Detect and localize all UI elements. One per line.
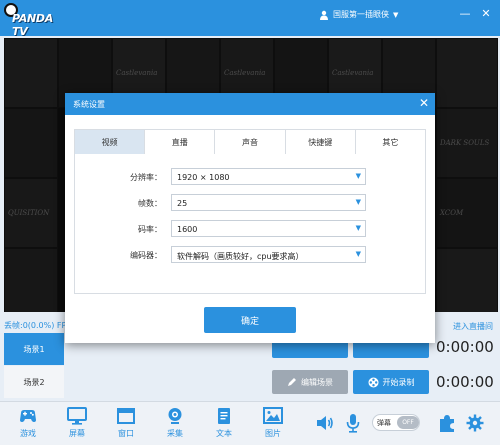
bitrate-row: 码率： 1600 ▼ [75, 220, 425, 238]
chevron-down-icon: ▼ [355, 198, 361, 206]
chevron-down-icon: ▼ [355, 224, 361, 232]
resolution-label: 分辨率： [130, 173, 162, 182]
film-reel-icon [368, 377, 378, 387]
tool-capture-label: 采集 [167, 429, 183, 438]
tool-text-label: 文本 [216, 429, 232, 438]
puzzle-icon[interactable] [438, 413, 456, 433]
tool-text[interactable]: 文本 [204, 407, 244, 439]
minimize-button[interactable]: — [458, 7, 472, 21]
monitor-icon [67, 407, 87, 425]
encoder-label: 编码器： [130, 251, 162, 260]
user-menu[interactable]: 国服第一插眼侠 ▼ [319, 9, 398, 20]
resolution-select[interactable]: 1920 × 1080 ▼ [171, 168, 366, 185]
chevron-down-icon: ▼ [355, 250, 361, 258]
framerate-label: 帧数： [138, 199, 162, 208]
encoder-select[interactable]: 软件解码（画质较好，cpu要求高） ▼ [171, 246, 366, 263]
microphone-icon[interactable] [344, 413, 362, 433]
live-timer: 0:00:00 [436, 338, 494, 356]
bitrate-label: 码率： [138, 225, 162, 234]
start-record-button[interactable]: 开始录制 [353, 370, 429, 394]
start-record-label: 开始录制 [382, 377, 415, 387]
dialog-close-button[interactable]: ✕ [419, 96, 429, 111]
edit-scene-button[interactable]: 编辑场景 [272, 370, 348, 394]
tab-hotkeys[interactable]: 快捷键 [285, 130, 356, 154]
record-timer: 0:00:00 [436, 373, 494, 391]
tool-image-label: 图片 [265, 429, 281, 438]
scene-1-button[interactable]: 场景1 [4, 333, 64, 365]
chevron-down-icon: ▼ [393, 10, 399, 19]
bitrate-select[interactable]: 1600 ▼ [171, 220, 366, 237]
tool-game-label: 游戏 [20, 429, 36, 438]
framerate-row: 帧数： 25 ▼ [75, 194, 425, 212]
logo-text: PANDA TV [12, 12, 53, 38]
encoder-row: 编码器： 软件解码（画质较好，cpu要求高） ▼ [75, 246, 425, 264]
tool-window-label: 窗口 [118, 429, 134, 438]
barrage-toggle[interactable]: 弹幕 OFF [372, 414, 420, 431]
enter-live-room-link[interactable]: 进入直播间 [453, 321, 493, 332]
resolution-row: 分辨率： 1920 × 1080 ▼ [75, 168, 425, 186]
window-icon [117, 408, 135, 424]
tool-game[interactable]: 游戏 [8, 407, 48, 439]
close-button[interactable]: ✕ [479, 7, 493, 21]
tool-image[interactable]: 图片 [253, 407, 293, 439]
settings-tabs: 视频 直播 声音 快捷键 其它 [75, 130, 426, 154]
gamepad-icon [20, 410, 36, 422]
source-toolbar: 游戏 屏幕 窗口 采集 文本 图片 [0, 401, 500, 445]
tool-window[interactable]: 窗口 [106, 407, 146, 439]
resolution-value: 1920 × 1080 [177, 173, 230, 182]
bitrate-value: 1600 [177, 225, 198, 234]
toggle-state: OFF [397, 416, 419, 429]
speaker-icon[interactable] [316, 413, 334, 433]
framerate-value: 25 [177, 199, 188, 208]
dropped-frames-status: 丢帧:0(0.0%) FP [4, 321, 67, 330]
framerate-select[interactable]: 25 ▼ [171, 194, 366, 211]
image-icon [263, 407, 283, 424]
confirm-button[interactable]: 确定 [204, 307, 296, 333]
tab-other[interactable]: 其它 [355, 130, 426, 154]
user-icon [320, 10, 328, 20]
barrage-label: 弹幕 [377, 419, 391, 427]
webcam-icon [168, 408, 182, 424]
edit-scene-label: 编辑场景 [301, 377, 333, 387]
tab-video[interactable]: 视频 [75, 130, 146, 154]
tool-capture[interactable]: 采集 [155, 407, 195, 439]
document-text-icon [218, 408, 230, 424]
chevron-down-icon: ▼ [355, 172, 361, 180]
settings-panel: 视频 直播 声音 快捷键 其它 分辨率： 1920 × 1080 ▼ 帧数： 2… [74, 129, 426, 294]
title-bar: PANDA TV 国服第一插眼侠 ▼ — ✕ [0, 0, 500, 38]
dialog-header: 系统设置 ✕ [65, 93, 435, 115]
tool-screen[interactable]: 屏幕 [57, 407, 97, 439]
encoder-value: 软件解码（画质较好，cpu要求高） [177, 252, 304, 261]
gear-icon[interactable] [466, 413, 484, 433]
dialog-title: 系统设置 [73, 100, 105, 109]
tab-live[interactable]: 直播 [145, 130, 216, 154]
username: 国服第一插眼侠 [333, 10, 389, 19]
scene-2-button[interactable]: 场景2 [4, 366, 64, 398]
tool-screen-label: 屏幕 [69, 429, 85, 438]
pencil-icon [288, 378, 296, 386]
settings-dialog: 系统设置 ✕ 视频 直播 声音 快捷键 其它 分辨率： 1920 × 1080 … [65, 93, 435, 343]
tab-audio[interactable]: 声音 [215, 130, 286, 154]
pandatv-logo: PANDA TV [4, 3, 66, 38]
